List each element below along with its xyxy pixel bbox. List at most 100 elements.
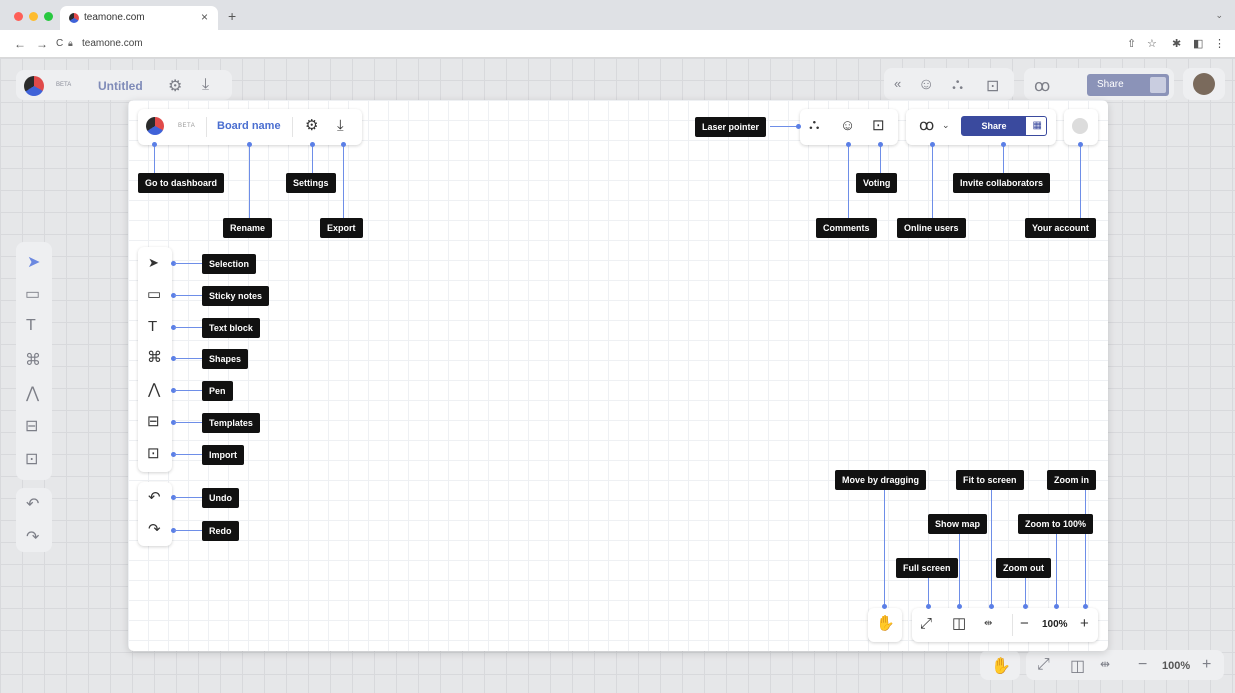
connector-dot [882, 604, 887, 609]
forward-button[interactable]: → [36, 37, 48, 51]
templates-tool-icon[interactable]: ⊟ [147, 414, 160, 429]
selection-tool-icon[interactable]: ➤ [148, 256, 159, 269]
browser-tab-bar: teamone.com × + ⌄ [0, 0, 1235, 30]
callout-selection: Selection [202, 254, 257, 274]
map-icon[interactable]: ◫ [952, 616, 966, 631]
connector-line [928, 578, 929, 606]
zoom-out-icon[interactable]: − [1020, 616, 1029, 631]
zoom-panel [912, 608, 1098, 642]
connector-line [848, 145, 849, 218]
connector-line [1056, 534, 1057, 606]
online-users-icon[interactable]: ꝏ [919, 118, 934, 133]
connector-line [959, 534, 960, 606]
bg-avatar [1193, 73, 1215, 95]
avatar[interactable] [1072, 118, 1088, 134]
connector-dot [1054, 604, 1059, 609]
bg-vote-icon: ⊡ [986, 78, 1000, 95]
shapes-tool-icon[interactable]: ⌘ [147, 350, 162, 365]
browser-tab[interactable]: teamone.com × [60, 6, 218, 30]
fit-to-screen-icon[interactable]: ⇹ [984, 619, 992, 629]
callout-rename: Rename [223, 218, 273, 238]
url-field[interactable]: teamone.com [82, 38, 143, 49]
connector-dot [1023, 604, 1028, 609]
bg-users-icon: ꝏ [1034, 78, 1051, 95]
sidebar-icon[interactable]: ◧ [1193, 37, 1203, 50]
minimize-window-dot[interactable] [29, 12, 38, 21]
tab-menu-chevron-icon[interactable]: ⌄ [1215, 10, 1223, 21]
zoom-in-icon[interactable]: + [1080, 616, 1089, 631]
redo-icon[interactable]: ↷ [148, 522, 161, 537]
bg-shapes-icon: ⌘ [25, 352, 41, 369]
lock-icon: 🔒︎ [68, 38, 73, 48]
bg-fit-icon: ⇹ [1100, 657, 1111, 671]
export-icon[interactable]: ⤓ [337, 118, 344, 133]
callout-zoom-out: Zoom out [996, 558, 1051, 578]
connector-dot [1001, 142, 1006, 147]
bg-pen-icon: ⋀ [26, 385, 40, 402]
bg-redo-icon: ↷ [26, 529, 40, 546]
connector-dot [1078, 142, 1083, 147]
board-name-field[interactable]: Board name [217, 120, 281, 132]
qr-code-icon[interactable]: ▦ [1033, 120, 1042, 131]
pen-tool-icon[interactable]: ⋀ [148, 382, 160, 397]
bg-sticky-icon: ▭ [25, 286, 41, 303]
full-screen-icon[interactable]: ⤢ [920, 616, 932, 631]
beta-badge: BETA [178, 123, 196, 129]
connector-line [174, 263, 202, 264]
connector-line [174, 454, 202, 455]
browser-menu-icon[interactable]: ⋮ [1214, 37, 1225, 50]
comment-icon[interactable]: ☺ [840, 118, 855, 133]
logo-icon[interactable] [146, 117, 164, 135]
connector-line [1080, 145, 1081, 218]
undo-icon[interactable]: ↶ [148, 490, 161, 505]
bg-map-icon: ◫ [1070, 658, 1086, 675]
bg-zoom-panel [1026, 650, 1224, 680]
reload-button[interactable]: C [56, 38, 63, 49]
connector-line [991, 490, 992, 606]
callout-your-account: Your account [1025, 218, 1096, 238]
text-tool-icon[interactable]: T [148, 319, 157, 334]
bg-zoom-out-icon: − [1138, 656, 1148, 673]
connector-dot [152, 142, 157, 147]
callout-zoom-in: Zoom in [1047, 470, 1096, 490]
settings-icon[interactable]: ⚙ [305, 118, 318, 133]
close-window-dot[interactable] [14, 12, 23, 21]
share-page-icon[interactable]: ⇧ [1127, 37, 1136, 50]
bg-export-icon: ⤓ [202, 76, 210, 93]
callout-zoom-to-100: Zoom to 100% [1018, 514, 1094, 534]
laser-pointer-icon[interactable]: ⛬ [809, 117, 820, 132]
connector-dot [310, 142, 315, 147]
connector-line [880, 145, 881, 173]
callout-laser-pointer: Laser pointer [695, 117, 767, 137]
zoom-level[interactable]: 100% [1042, 619, 1068, 630]
bg-logo-icon [24, 76, 44, 96]
callout-move-by-dragging: Move by dragging [835, 470, 927, 490]
callout-comments: Comments [816, 218, 877, 238]
bg-import-icon: ⊡ [25, 451, 39, 468]
tab-close-icon[interactable]: × [201, 10, 208, 24]
callout-undo: Undo [202, 488, 239, 508]
connector-dot [989, 604, 994, 609]
extensions-icon[interactable]: ✱ [1172, 37, 1181, 50]
sticky-note-tool-icon[interactable]: ▭ [147, 287, 161, 302]
connector-dot [1083, 604, 1088, 609]
new-tab-button[interactable]: + [228, 8, 236, 24]
bg-zoom-in-icon: + [1202, 656, 1212, 673]
hand-icon[interactable]: ✋ [876, 616, 895, 631]
address-bar: ← → C 🔒︎ teamone.com ⇧ ☆ ✱ ◧ ⋮ [0, 30, 1235, 58]
vote-icon[interactable]: ⊡ [872, 118, 885, 133]
connector-line [174, 327, 202, 328]
bg-fullscreen-icon: ⤢ [1037, 656, 1050, 673]
import-tool-icon[interactable]: ⊡ [147, 446, 160, 461]
connector-line [174, 358, 202, 359]
maximize-window-dot[interactable] [44, 12, 53, 21]
divider [206, 117, 207, 137]
bookmark-star-icon[interactable]: ☆ [1147, 37, 1157, 50]
bg-settings-icon: ⚙ [168, 78, 183, 95]
chevron-down-icon[interactable]: ⌄ [942, 121, 950, 130]
back-button[interactable]: ← [14, 37, 26, 51]
bg-select-icon: ➤ [27, 254, 41, 271]
connector-line [932, 145, 933, 218]
share-button[interactable]: Share ▦ [961, 116, 1047, 136]
connector-dot [957, 604, 962, 609]
